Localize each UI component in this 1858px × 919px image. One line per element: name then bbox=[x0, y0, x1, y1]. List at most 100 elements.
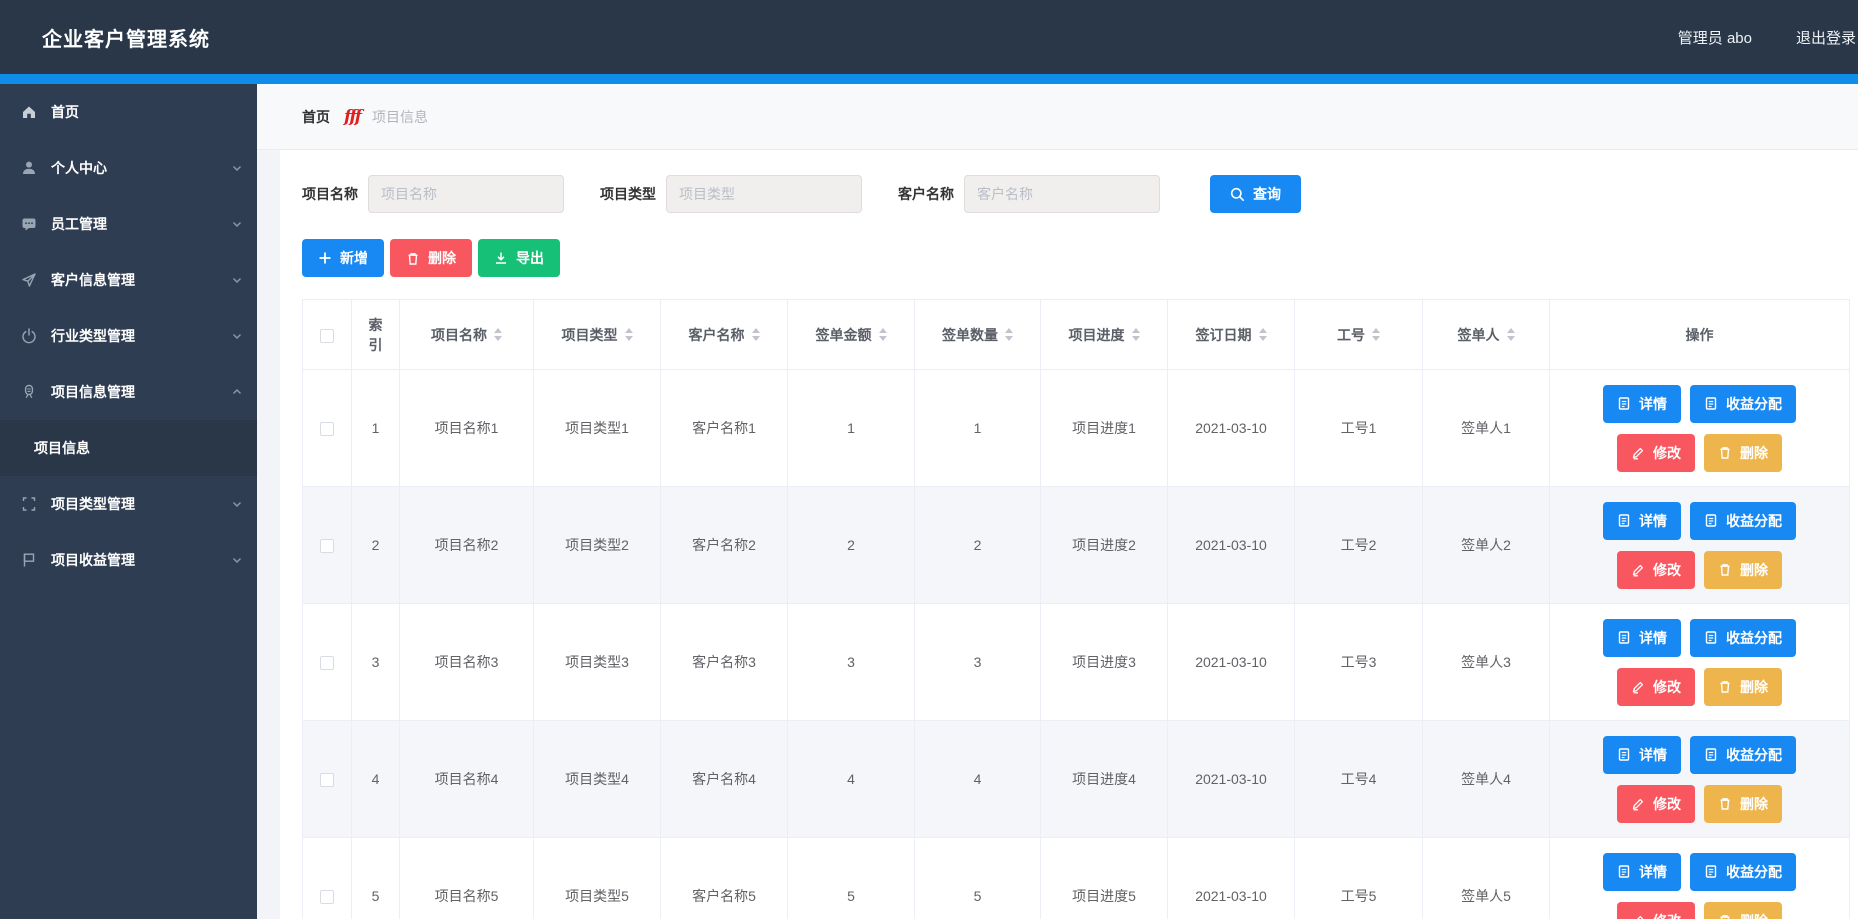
sidebar-item-employee-mgmt[interactable]: 员工管理 bbox=[0, 196, 257, 252]
cell-progress: 项目进度2 bbox=[1041, 487, 1168, 604]
document-icon bbox=[1617, 864, 1631, 879]
row-checkbox[interactable] bbox=[320, 539, 334, 553]
cell-sign-date: 2021-03-10 bbox=[1168, 838, 1295, 919]
cell-sign-count: 1 bbox=[915, 370, 1041, 487]
sidebar-item-personal-center[interactable]: 个人中心 bbox=[0, 140, 257, 196]
col-header-job-number[interactable]: 工号 bbox=[1295, 300, 1423, 370]
detail-button[interactable]: 详情 bbox=[1603, 736, 1681, 774]
project-name-input[interactable] bbox=[368, 175, 564, 213]
income-allocate-button[interactable]: 收益分配 bbox=[1690, 736, 1796, 774]
detail-button[interactable]: 详情 bbox=[1603, 502, 1681, 540]
col-header-sign-count[interactable]: 签单数量 bbox=[915, 300, 1041, 370]
trash-icon bbox=[1718, 913, 1732, 919]
form-group-customer-name: 客户名称 bbox=[898, 175, 1160, 213]
col-header-customer-name[interactable]: 客户名称 bbox=[661, 300, 788, 370]
trash-icon bbox=[1718, 562, 1732, 577]
detail-button[interactable]: 详情 bbox=[1603, 619, 1681, 657]
brackets-icon bbox=[20, 495, 38, 513]
col-header-progress[interactable]: 项目进度 bbox=[1041, 300, 1168, 370]
flag-icon bbox=[20, 551, 38, 569]
pen-icon bbox=[1631, 797, 1645, 811]
sidebar-item-project-income-mgmt[interactable]: 项目收益管理 bbox=[0, 532, 257, 588]
sort-carets-icon bbox=[1005, 328, 1013, 341]
row-delete-button[interactable]: 删除 bbox=[1704, 902, 1782, 919]
customer-name-input[interactable] bbox=[964, 175, 1160, 213]
col-header-sign-date[interactable]: 签订日期 bbox=[1168, 300, 1295, 370]
cell-job-number: 工号5 bbox=[1295, 838, 1423, 919]
cell-project-type: 项目类型4 bbox=[534, 721, 661, 838]
pen-icon bbox=[1631, 446, 1645, 460]
cell-job-number: 工号3 bbox=[1295, 604, 1423, 721]
detail-button[interactable]: 详情 bbox=[1603, 853, 1681, 891]
content-panel: 项目名称 项目类型 客户名称 查询 bbox=[280, 150, 1858, 919]
logout-link[interactable]: 退出登录 bbox=[1796, 27, 1856, 48]
col-header-project-name[interactable]: 项目名称 bbox=[400, 300, 534, 370]
sidebar-item-label: 项目类型管理 bbox=[51, 494, 231, 514]
sort-carets-icon bbox=[1259, 328, 1267, 341]
sort-carets-icon bbox=[879, 328, 887, 341]
col-header-index: 索引 bbox=[352, 300, 400, 370]
edit-button[interactable]: 修改 bbox=[1617, 551, 1695, 589]
income-allocate-button[interactable]: 收益分配 bbox=[1690, 385, 1796, 423]
row-delete-button[interactable]: 删除 bbox=[1704, 668, 1782, 706]
trash-icon bbox=[1718, 796, 1732, 811]
project-type-input[interactable] bbox=[666, 175, 862, 213]
sort-carets-icon bbox=[1132, 328, 1140, 341]
income-allocate-button[interactable]: 收益分配 bbox=[1690, 853, 1796, 891]
power-icon bbox=[20, 327, 38, 345]
edit-button[interactable]: 修改 bbox=[1617, 434, 1695, 472]
sidebar-item-customer-info-mgmt[interactable]: 客户信息管理 bbox=[0, 252, 257, 308]
edit-button[interactable]: 修改 bbox=[1617, 902, 1695, 919]
chevron-down-icon bbox=[231, 218, 243, 230]
sidebar-item-project-info-mgmt[interactable]: 项目信息管理 bbox=[0, 364, 257, 420]
app-title: 企业客户管理系统 bbox=[42, 23, 210, 52]
document-icon bbox=[1617, 513, 1631, 528]
sidebar-item-industry-type-mgmt[interactable]: 行业类型管理 bbox=[0, 308, 257, 364]
row-delete-button[interactable]: 删除 bbox=[1704, 785, 1782, 823]
home-icon bbox=[20, 103, 38, 121]
sidebar-item-project-type-mgmt[interactable]: 项目类型管理 bbox=[0, 476, 257, 532]
batch-delete-button[interactable]: 删除 bbox=[390, 239, 472, 277]
sidebar-item-label: 个人中心 bbox=[51, 158, 231, 178]
col-header-sign-amount[interactable]: 签单金额 bbox=[788, 300, 915, 370]
sidebar-subitem-project-info[interactable]: 项目信息 bbox=[0, 420, 257, 476]
mic-icon bbox=[20, 383, 38, 401]
col-header-signer[interactable]: 签单人 bbox=[1423, 300, 1550, 370]
col-header-project-type[interactable]: 项目类型 bbox=[534, 300, 661, 370]
trash-icon bbox=[1718, 445, 1732, 460]
cell-signer: 签单人2 bbox=[1423, 487, 1550, 604]
breadcrumb-home[interactable]: 首页 bbox=[302, 107, 330, 127]
cell-index: 4 bbox=[352, 721, 400, 838]
income-allocate-button[interactable]: 收益分配 bbox=[1690, 619, 1796, 657]
search-button[interactable]: 查询 bbox=[1210, 175, 1301, 213]
income-allocate-button[interactable]: 收益分配 bbox=[1690, 502, 1796, 540]
row-checkbox[interactable] bbox=[320, 422, 334, 436]
cell-job-number: 工号4 bbox=[1295, 721, 1423, 838]
cell-sign-date: 2021-03-10 bbox=[1168, 721, 1295, 838]
row-checkbox[interactable] bbox=[320, 656, 334, 670]
cell-project-name: 项目名称5 bbox=[400, 838, 534, 919]
search-form: 项目名称 项目类型 客户名称 查询 bbox=[302, 175, 1858, 213]
cell-project-name: 项目名称1 bbox=[400, 370, 534, 487]
current-user[interactable]: 管理员 abo bbox=[1678, 27, 1752, 48]
edit-button[interactable]: 修改 bbox=[1617, 668, 1695, 706]
chevron-down-icon bbox=[231, 498, 243, 510]
row-checkbox[interactable] bbox=[320, 773, 334, 787]
row-delete-button[interactable]: 删除 bbox=[1704, 434, 1782, 472]
sidebar-item-label: 客户信息管理 bbox=[51, 270, 231, 290]
detail-button[interactable]: 详情 bbox=[1603, 385, 1681, 423]
cell-job-number: 工号1 bbox=[1295, 370, 1423, 487]
select-all-checkbox[interactable] bbox=[320, 329, 334, 343]
edit-button[interactable]: 修改 bbox=[1617, 785, 1695, 823]
add-button[interactable]: 新增 bbox=[302, 239, 384, 277]
sidebar-item-home[interactable]: 首页 bbox=[0, 84, 257, 140]
pen-icon bbox=[1631, 680, 1645, 694]
cell-index: 3 bbox=[352, 604, 400, 721]
row-delete-button[interactable]: 删除 bbox=[1704, 551, 1782, 589]
row-checkbox[interactable] bbox=[320, 890, 334, 904]
navbar-right: 管理员 abo 退出登录 bbox=[1678, 27, 1856, 48]
table-header-row: 索引 项目名称 项目类型 客户名称 签单金额 签单数量 项目进度 签订日期 工号… bbox=[303, 300, 1850, 370]
cell-project-name: 项目名称3 bbox=[400, 604, 534, 721]
export-button[interactable]: 导出 bbox=[478, 239, 560, 277]
chevron-down-icon bbox=[231, 554, 243, 566]
